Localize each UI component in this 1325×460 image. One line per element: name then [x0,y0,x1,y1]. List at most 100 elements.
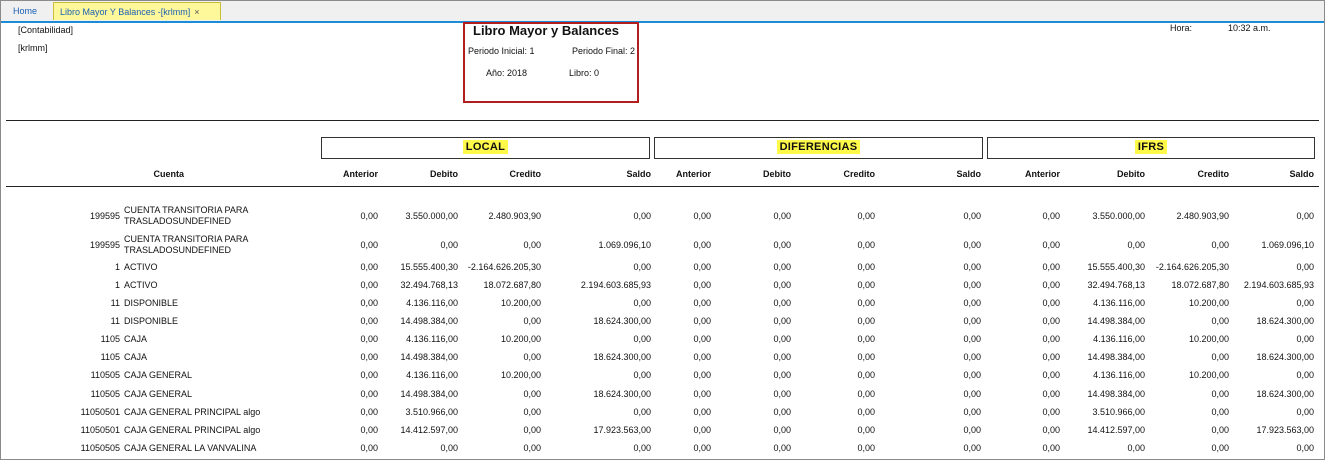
column-header-credito-diferencias: Credito [843,169,876,179]
hora-label: Hora: [1170,23,1193,33]
table-cell: 14.498.384,00 [400,316,458,326]
column-header-debito-local: Debito [430,169,458,179]
table-cell: 0,00 [963,407,981,417]
table-cell: 0,00 [1127,240,1145,250]
table-cell: 10.200,00 [1188,370,1229,380]
table-cell: 0,00 [963,389,981,399]
user-label: [krlmm] [18,43,48,53]
table-cell: 0,00 [1296,334,1314,344]
account-name: CUENTA TRANSITORIA PARA TRASLADOSUNDEFIN… [124,234,248,255]
table-cell: 0,00 [1042,370,1060,380]
tab-libro-mayor-label: Libro Mayor Y Balances -[krlmm] [60,7,191,17]
table-cell: 0,00 [773,280,791,290]
tab-libro-mayor[interactable]: Libro Mayor Y Balances -[krlmm] × [53,2,221,20]
table-cell: 0,00 [963,334,981,344]
table-cell: 18.072.687,80 [1171,280,1229,290]
table-cell: 3.550.000,00 [405,211,458,221]
table-cell: 0,00 [693,443,711,453]
account-code: 11 [110,316,120,326]
table-cell: 0,00 [1042,407,1060,417]
table-cell: 18.072.687,80 [483,280,541,290]
group-diferencias-label: DIFERENCIAS [776,140,861,154]
table-cell: 1.069.096,10 [1261,240,1314,250]
column-header-credito-ifrs: Credito [1197,169,1230,179]
table-cell: 0,00 [1127,443,1145,453]
columns-divider [6,186,1319,187]
account-code: 11 [110,298,120,308]
table-cell: 0,00 [963,240,981,250]
table-cell: 3.550.000,00 [1092,211,1145,221]
table-cell: 2.480.903,90 [1176,211,1229,221]
account-name: ACTIVO [124,262,158,272]
column-header-cuenta: Cuenta [153,169,184,179]
table-cell: 0,00 [963,280,981,290]
table-cell: 0,00 [360,316,378,326]
table-cell: 0,00 [1042,334,1060,344]
column-header-saldo-ifrs: Saldo [1289,169,1314,179]
table-cell: 0,00 [360,443,378,453]
table-cell: 32.494.768,13 [400,280,458,290]
table-cell: 0,00 [1211,407,1229,417]
table-cell: 0,00 [523,240,541,250]
table-cell: 0,00 [523,425,541,435]
group-diferencias: DIFERENCIAS [654,137,983,159]
table-cell: 15.555.400,30 [400,262,458,272]
module-label: [Contabilidad] [18,25,74,35]
table-cell: 14.498.384,00 [1087,316,1145,326]
table-cell: 2.194.603.685,93 [1243,280,1314,290]
table-cell: 0,00 [693,370,711,380]
table-cell: 0,00 [693,334,711,344]
column-header-anterior-diferencias: Anterior [675,169,711,179]
table-cell: 0,00 [773,211,791,221]
table-cell: 14.412.597,00 [400,425,458,435]
table-cell: 0,00 [693,389,711,399]
table-cell: 0,00 [523,389,541,399]
page-title: Libro Mayor y Balances [473,23,619,38]
table-cell: 10.200,00 [1188,298,1229,308]
table-cell: 0,00 [773,389,791,399]
close-icon[interactable]: × [194,7,199,17]
table-cell: 10.200,00 [500,334,541,344]
table-cell: 0,00 [773,352,791,362]
periodo-inicial: Periodo Inicial: 1 [468,46,535,56]
account-name: CAJA [124,352,148,362]
table-cell: 0,00 [440,443,458,453]
column-header-anterior-local: Anterior [342,169,378,179]
table-cell: 0,00 [693,316,711,326]
group-ifrs: IFRS [987,137,1315,159]
table-cell: 0,00 [773,298,791,308]
libro: Libro: 0 [569,68,600,78]
table-cell: 0,00 [773,370,791,380]
table-cell: 0,00 [360,240,378,250]
table-cell: 3.510.966,00 [405,407,458,417]
table-cell: 0,00 [857,211,875,221]
table-cell: 0,00 [773,425,791,435]
table-cell: 4.136.116,00 [406,370,458,380]
table-cell: 0,00 [1042,443,1060,453]
account-name: CAJA GENERAL [124,389,193,399]
table-cell: 32.494.768,13 [1087,280,1145,290]
table-cell: 18.624.300,00 [1256,352,1314,362]
table-cell: 0,00 [523,352,541,362]
account-name: DISPONIBLE [124,316,179,326]
column-header-anterior-ifrs: Anterior [1024,169,1060,179]
table-cell: 0,00 [773,262,791,272]
table-cell: 14.498.384,00 [1087,352,1145,362]
tab-home[interactable]: Home [7,2,47,20]
table-cell: 0,00 [857,298,875,308]
table-cell: 10.200,00 [1188,334,1229,344]
table-cell: 4.136.116,00 [1093,334,1145,344]
account-name: DISPONIBLE [124,298,179,308]
account-code: 11050501 [80,425,120,435]
table-cell: 0,00 [523,316,541,326]
account-code: 110505 [90,389,120,399]
table-cell: 0,00 [857,316,875,326]
table-cell: 0,00 [1042,262,1060,272]
table-cell: 0,00 [773,316,791,326]
account-code: 1105 [100,334,120,344]
group-local-label: LOCAL [462,140,509,154]
account-code: 199595 [89,240,120,250]
table-cell: 0,00 [963,298,981,308]
table-cell: 0,00 [693,407,711,417]
table-cell: 0,00 [693,280,711,290]
